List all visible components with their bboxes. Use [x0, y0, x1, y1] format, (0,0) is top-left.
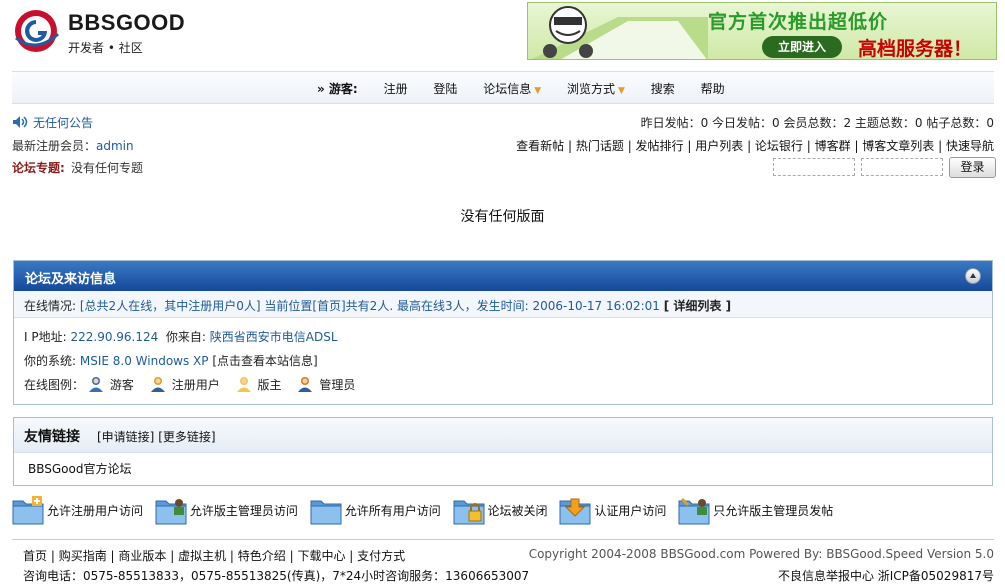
login-button[interactable]: 登录 [949, 157, 996, 178]
quick-link-post-ranking[interactable]: 发帖排行 [636, 139, 684, 153]
folder-lock-icon [453, 500, 485, 525]
friend-links-panel: 友情链接 [申请链接] [更多链接] BBSGood官方论坛 [13, 417, 993, 486]
footer: 首页 | 购买指南 | 商业版本 | 虚拟主机 | 特色介绍 | 下载中心 | … [12, 539, 994, 583]
footer-link-home[interactable]: 首页 [23, 549, 47, 563]
legend-folder-registered: 允许注册用户访问 [12, 495, 143, 525]
banner-headline: 官方首次推出超低价 [708, 11, 889, 33]
ip-row: I P地址: 222.90.96.124 你来自: 陕西省西安市电信ADSL [24, 328, 338, 345]
nav-item-search[interactable]: 搜索 [651, 82, 675, 96]
newest-member: 最新注册会员：admin [12, 137, 134, 154]
legend-folder-verified: 认证用户访问 [559, 495, 666, 525]
folder-plus-icon [12, 496, 44, 525]
ip-value: 222.90.96.124 [70, 330, 159, 344]
password-input[interactable] [861, 158, 943, 176]
quick-link-blog-articles[interactable]: 博客文章列表 [862, 139, 934, 153]
chevron-down-icon: ▼ [534, 86, 542, 96]
legend-folder-all: 允许所有用户访问 [310, 495, 441, 525]
friend-link-item[interactable]: BBSGood官方论坛 [28, 460, 131, 477]
footer-link-download[interactable]: 下载中心 [297, 549, 345, 563]
online-info-panel: 论坛及来访信息 在线情况: [总共2人在线，其中注册用户0人] 当前位置[首页]… [13, 260, 993, 405]
forum-stats: 昨日发帖：0 今日发帖：0 会员总数：2 主题总数：0 帖子总数：0 [640, 116, 994, 130]
footer-report[interactable]: 不良信息举报中心 浙ICP备05029817号 [778, 567, 994, 584]
banner-enter-button[interactable]: 立即进入 [762, 36, 842, 58]
quick-link-blog-group[interactable]: 博客群 [815, 139, 851, 153]
legend-folder-moderator: 允许版主管理员访问 [155, 495, 298, 525]
bbsgood-logo [15, 10, 60, 52]
banner-illustration [532, 6, 708, 59]
nav-item-browse-mode[interactable]: 浏览方式 ▼ [567, 82, 625, 96]
footer-link-features[interactable]: 特色介绍 [238, 549, 286, 563]
friend-links-title: 友情链接 [24, 429, 80, 445]
legend-admin: 管理员 [297, 376, 355, 393]
quick-link-quick-nav[interactable]: 快速导航 [946, 139, 994, 153]
footer-link-commercial[interactable]: 商业版本 [118, 549, 166, 563]
brand-tagline: 开发者 • 社区 [68, 41, 143, 55]
legend-folder-moderator-post: 只允许版主管理员发帖 [678, 495, 833, 525]
legend-guest: 游客 [88, 376, 134, 393]
chevron-down-icon: ▼ [618, 86, 625, 96]
nav-item-help[interactable]: 帮助 [701, 82, 725, 96]
legend-label: 在线图例： [24, 378, 85, 392]
nav-item-login[interactable]: 登陆 [433, 82, 457, 96]
footer-contact: 咨询电话：0575-85513833，0575-85513825(传真)，7*2… [23, 569, 530, 583]
main-nav: » 游客: 注册 登陆 论坛信息 ▼ 浏览方式 ▼ 搜索 帮助 [12, 71, 994, 104]
moderator-user-icon [236, 377, 251, 392]
apply-link-button[interactable]: [申请链接] [97, 430, 154, 444]
footer-links: 首页 | 购买指南 | 商业版本 | 虚拟主机 | 特色介绍 | 下载中心 | … [23, 549, 406, 563]
announcement-link[interactable]: 无任何公告 [33, 114, 93, 131]
online-info-header: 论坛及来访信息 [14, 261, 992, 291]
quick-link-hot-topics[interactable]: 热门话题 [576, 139, 624, 153]
nav-item-forum-info[interactable]: 论坛信息 ▼ [483, 82, 541, 96]
collapse-icon[interactable] [965, 268, 981, 284]
nav-guest-prefix: » 游客: [317, 82, 358, 96]
folder-edit-icon [678, 497, 710, 525]
online-status-row: 在线情况: [总共2人在线，其中注册用户0人] 当前位置[首页]共有2人. 最高… [14, 291, 992, 318]
folder-icon [310, 500, 342, 525]
online-detail-link[interactable]: [ 详细列表 ] [664, 299, 731, 313]
quick-link-new-posts[interactable]: 查看新帖 [516, 139, 564, 153]
system-row: 你的系统: MSIE 8.0 Windows XP [点击查看本站信息] [24, 352, 318, 369]
ip-label: I P地址: [24, 330, 67, 344]
admin-user-icon [298, 377, 313, 392]
forum-topics-label: 论坛专题: [12, 161, 65, 175]
friend-links-header: 友情链接 [申请链接] [更多链接] [14, 418, 992, 453]
footer-link-payment[interactable]: 支付方式 [357, 549, 405, 563]
forum-icon-legend: 允许注册用户访问 允许版主管理员访问 允许所有用户访问 论坛被关闭 认证用户访问 [12, 495, 841, 527]
from-label: 你来自: [165, 330, 206, 344]
footer-link-buy-guide[interactable]: 购买指南 [59, 549, 107, 563]
nav-item-register[interactable]: 注册 [384, 82, 408, 96]
folder-download-icon [559, 498, 591, 525]
newest-member-link[interactable]: admin [96, 139, 134, 153]
brand-name: BBSGOOD [68, 10, 186, 35]
legend-row: 在线图例： 游客 注册用户 版主 管理员 [24, 376, 367, 393]
newest-member-label: 最新注册会员： [12, 139, 97, 153]
system-label: 你的系统: [24, 354, 77, 368]
online-status-text: [总共2人在线，其中注册用户0人] 当前位置[首页]共有2人. 最高在线3人，发… [79, 299, 660, 313]
legend-moderator: 版主 [236, 376, 282, 393]
quick-link-user-list[interactable]: 用户列表 [695, 139, 743, 153]
quick-links: 查看新帖 | 热门话题 | 发帖排行 | 用户列表 | 论坛银行 | 博客群 |… [516, 139, 994, 153]
speaker-icon [13, 116, 28, 128]
folder-user-icon [155, 499, 187, 525]
footer-link-hosting[interactable]: 虚拟主机 [178, 549, 226, 563]
legend-folder-closed: 论坛被关闭 [453, 495, 548, 525]
site-info-link[interactable]: [点击查看本站信息] [212, 354, 317, 368]
system-value: MSIE 8.0 Windows XP [79, 354, 209, 368]
banner-product-text: 高档服务器！ [858, 38, 973, 60]
from-value: 陕西省西安市电信ADSL [209, 330, 338, 344]
online-info-title: 论坛及来访信息 [25, 272, 117, 287]
online-status-label: 在线情况: [24, 299, 77, 313]
no-forum-message: 没有任何版面 [460, 209, 545, 225]
username-input[interactable] [773, 158, 855, 176]
registered-user-icon [150, 377, 165, 392]
more-links-button[interactable]: [更多链接] [158, 430, 215, 444]
guest-user-icon [88, 377, 103, 392]
legend-registered: 注册用户 [150, 376, 220, 393]
quick-link-forum-bank[interactable]: 论坛银行 [755, 139, 803, 153]
ad-banner[interactable]: 官方首次推出超低价 立即进入 高档服务器！ [527, 2, 997, 60]
footer-copyright: Copyright 2004-2008 BBSGood.com Powered … [528, 547, 994, 561]
forum-topics-text: 没有任何专题 [71, 161, 144, 175]
